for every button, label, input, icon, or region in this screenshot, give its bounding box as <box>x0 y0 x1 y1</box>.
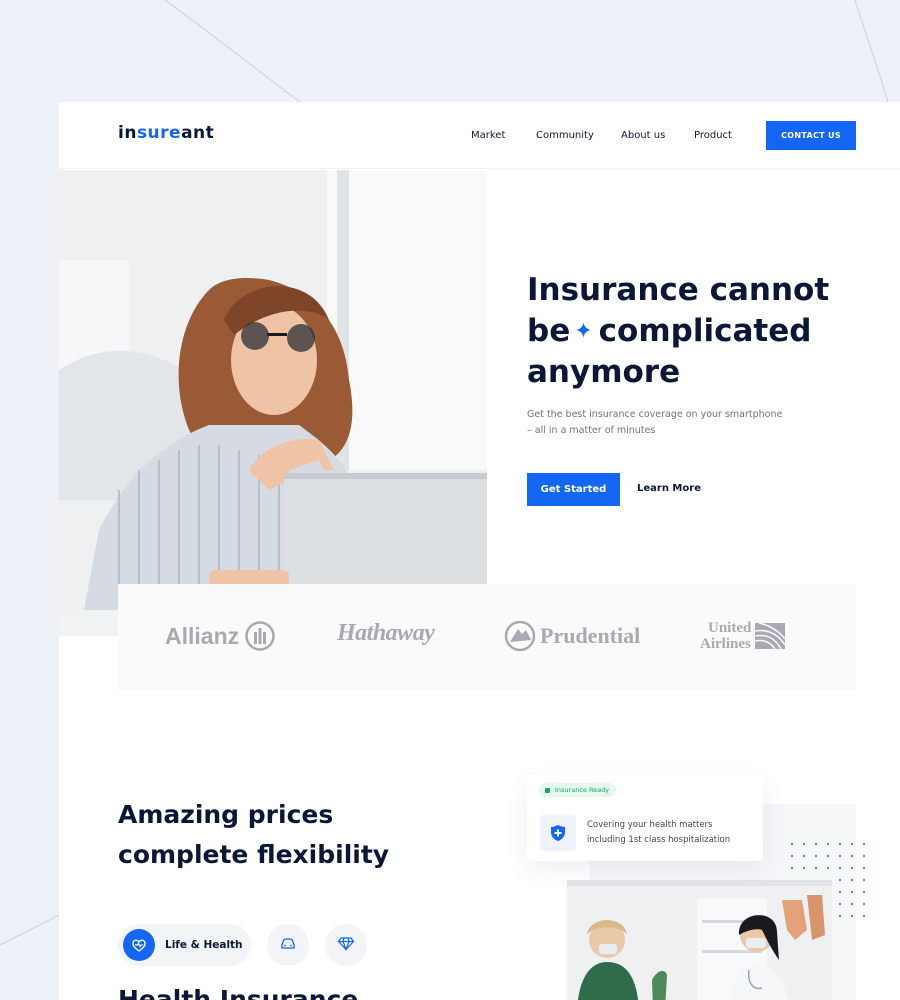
badge-label: Insurance Ready <box>555 786 610 794</box>
section-heading: Amazing prices complete flexibility <box>118 795 448 875</box>
logo-part-c: ant <box>181 123 215 143</box>
section-heading-line-2: complete flexibility <box>118 840 390 869</box>
hero-subtitle: Get the best insurance coverage on your … <box>527 407 797 439</box>
learn-more-link[interactable]: Learn More <box>637 483 701 494</box>
logo-part-b: sure <box>136 123 182 143</box>
hero-subtitle-line-2: – all in a matter of minutes <box>527 425 656 436</box>
hathaway-logo: Hathaway <box>337 620 435 647</box>
partner-logos: Allianz Hathaway Prudential United Airli… <box>118 584 856 690</box>
united-globe-icon <box>755 622 786 650</box>
woman-with-laptop-illustration <box>59 170 487 636</box>
allianz-wordmark: Allianz <box>165 622 240 649</box>
nav-product[interactable]: Product <box>694 130 732 141</box>
tab-valuables[interactable] <box>325 924 367 966</box>
united-line-2: Airlines <box>700 636 751 652</box>
landing-page: insureant Market Community About us Prod… <box>59 102 900 1000</box>
prudential-rock-icon <box>504 620 536 652</box>
allianz-emblem-icon <box>245 621 275 651</box>
get-started-button[interactable]: Get Started <box>527 473 620 506</box>
sparkle-icon: ✦ <box>574 319 593 344</box>
tab-life-health[interactable]: Life & Health <box>118 924 251 966</box>
prudential-logo: Prudential <box>504 620 640 652</box>
prudential-wordmark: Prudential <box>540 623 641 648</box>
doctor-patient-illustration <box>567 880 832 1000</box>
hero-image <box>59 170 487 636</box>
hero-heading-line-1: Insurance cannot <box>527 272 830 308</box>
hero-heading-word-be: be <box>527 313 571 349</box>
heart-pulse-icon <box>123 929 155 961</box>
nav-market[interactable]: Market <box>471 130 505 141</box>
hero-heading: Insurance cannot be ✦ complicated anymore <box>527 270 857 393</box>
united-airlines-logo: United Airlines <box>700 620 787 652</box>
car-icon <box>279 934 297 956</box>
card-text-line-2: including 1st class hospitalization <box>587 835 731 845</box>
tab-car[interactable] <box>267 924 309 966</box>
health-insurance-heading: Health Insurance <box>118 985 359 1000</box>
nav-about-us[interactable]: About us <box>621 130 665 141</box>
insurance-ready-badge: Insurance Ready <box>539 783 617 797</box>
hathaway-wordmark: Hathaway <box>337 620 435 646</box>
card-text-line-1: Covering your health matters <box>587 820 713 830</box>
doctor-consultation-image <box>567 880 832 1000</box>
card-description: Covering your health matters including 1… <box>587 818 757 848</box>
site-header: insureant Market Community About us Prod… <box>59 102 900 169</box>
tab-life-health-label: Life & Health <box>165 939 243 951</box>
logo-part-a: in <box>118 123 137 143</box>
united-line-1: United <box>708 620 752 636</box>
hero-subtitle-line-1: Get the best insurance coverage on your … <box>527 409 783 420</box>
diamond-icon <box>337 934 355 956</box>
united-wordmark: United Airlines <box>700 620 751 652</box>
allianz-logo: Allianz <box>165 620 276 652</box>
contact-us-button[interactable]: CONTACT US <box>766 121 856 150</box>
brand-logo[interactable]: insureant <box>118 123 214 143</box>
status-dot-icon <box>545 787 550 793</box>
nav-community[interactable]: Community <box>536 130 594 141</box>
hero-heading-line-2: be ✦ complicated <box>527 311 857 352</box>
hero-heading-line-3: anymore <box>527 354 681 390</box>
section-heading-line-1: Amazing prices <box>118 800 334 829</box>
hero-heading-word-complicated: complicated <box>598 313 812 349</box>
shield-plus-icon <box>540 815 576 851</box>
